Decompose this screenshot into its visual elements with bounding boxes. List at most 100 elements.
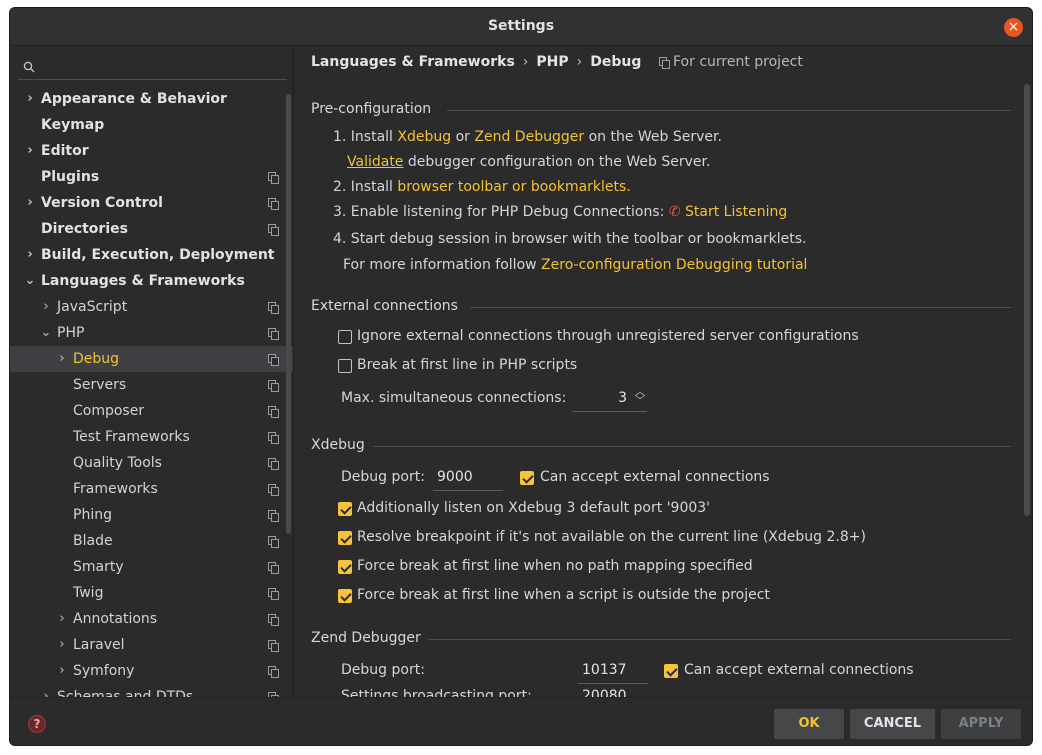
settings-dialog: Settings × › Appearance & Behavior Keyma… bbox=[9, 7, 1033, 746]
chevron-right-icon[interactable]: › bbox=[56, 658, 68, 684]
phone-listen-icon[interactable]: ✆ bbox=[669, 204, 681, 220]
ignore-external-checkbox[interactable] bbox=[338, 330, 352, 344]
search-input[interactable] bbox=[40, 54, 280, 78]
sidebar-item-smarty[interactable]: Smarty bbox=[10, 554, 293, 580]
chevron-down-icon[interactable]: ﹀ bbox=[635, 397, 645, 407]
sidebar-item-label: Blade bbox=[73, 533, 113, 549]
xdebug-accept-label: Can accept external connections bbox=[540, 469, 770, 485]
chevron-right-icon[interactable]: › bbox=[24, 138, 36, 164]
resolve-breakpoint-checkbox[interactable] bbox=[338, 531, 352, 545]
apply-button[interactable]: APPLY bbox=[941, 709, 1021, 739]
content-scrollbar[interactable] bbox=[1024, 84, 1030, 516]
sidebar-item-languages[interactable]: ⌄ Languages & Frameworks bbox=[10, 268, 293, 294]
sidebar-item-build[interactable]: › Build, Execution, Deployment bbox=[10, 242, 293, 268]
chevron-down-icon[interactable]: ⌄ bbox=[40, 320, 52, 346]
sidebar-item-servers[interactable]: Servers bbox=[10, 372, 293, 398]
sidebar-item-label: Symfony bbox=[73, 663, 135, 679]
chevron-right-icon[interactable]: › bbox=[40, 684, 52, 697]
xdebug-link[interactable]: Xdebug bbox=[397, 129, 451, 145]
sidebar-item-appearance[interactable]: › Appearance & Behavior bbox=[10, 86, 293, 112]
sidebar-item-phing[interactable]: Phing bbox=[10, 502, 293, 528]
project-scope-icon bbox=[268, 510, 279, 522]
project-scope-icon bbox=[268, 328, 279, 340]
chevron-right-icon[interactable]: › bbox=[56, 606, 68, 632]
tutorial-link[interactable]: Zero-configuration Debugging tutorial bbox=[541, 257, 807, 273]
sidebar-item-javascript[interactable]: › JavaScript bbox=[10, 294, 293, 320]
step-text: For more information follow bbox=[343, 257, 537, 273]
sidebar-item-label: Annotations bbox=[73, 611, 158, 627]
sidebar-item-test-frameworks[interactable]: Test Frameworks bbox=[10, 424, 293, 450]
cancel-button[interactable]: CANCEL bbox=[850, 709, 935, 739]
ok-button[interactable]: OK bbox=[774, 709, 844, 739]
sidebar-item-label: Languages & Frameworks bbox=[41, 273, 245, 289]
project-scope-icon bbox=[268, 224, 279, 236]
step-text: on the Web Server. bbox=[588, 129, 722, 145]
close-icon: × bbox=[1007, 19, 1020, 35]
sidebar-item-plugins[interactable]: Plugins bbox=[10, 164, 293, 190]
force-break-outside-checkbox[interactable] bbox=[338, 589, 352, 603]
sidebar-item-keymap[interactable]: Keymap bbox=[10, 112, 293, 138]
chevron-right-icon[interactable]: › bbox=[40, 294, 52, 320]
force-break-nopath-checkbox[interactable] bbox=[338, 560, 352, 574]
step-3: 3. Enable listening for PHP Debug Connec… bbox=[333, 204, 787, 220]
sidebar-item-label: Plugins bbox=[41, 169, 100, 185]
project-scope-icon bbox=[268, 432, 279, 444]
settings-content: Languages & Frameworks › PHP › Debug For cur… bbox=[295, 46, 1032, 697]
sidebar-item-label: Appearance & Behavior bbox=[41, 91, 227, 107]
close-button[interactable]: × bbox=[1004, 18, 1023, 37]
sidebar-item-composer[interactable]: Composer bbox=[10, 398, 293, 424]
sidebar-item-directories[interactable]: Directories bbox=[10, 216, 293, 242]
chevron-right-icon[interactable]: › bbox=[56, 346, 68, 372]
section-divider bbox=[428, 639, 1011, 640]
sidebar-item-debug[interactable]: › Debug bbox=[10, 346, 293, 372]
sidebar-item-label: Twig bbox=[73, 585, 104, 601]
chevron-right-icon[interactable]: › bbox=[24, 190, 36, 216]
sidebar-item-schemas[interactable]: › Schemas and DTDs bbox=[10, 684, 293, 697]
force-break-outside-label: Force break at first line when a script … bbox=[357, 587, 770, 603]
spinner-arrows[interactable]: ︿ ﹀ bbox=[635, 388, 645, 407]
listen-9003-checkbox[interactable] bbox=[338, 502, 352, 516]
sidebar-item-label: Smarty bbox=[73, 559, 124, 575]
sidebar-item-twig[interactable]: Twig bbox=[10, 580, 293, 606]
step-text: 3. Enable listening for PHP Debug Connec… bbox=[333, 204, 665, 220]
sidebar-item-quality-tools[interactable]: Quality Tools bbox=[10, 450, 293, 476]
start-listening-link[interactable]: Start Listening bbox=[685, 204, 787, 220]
sidebar-item-frameworks[interactable]: Frameworks bbox=[10, 476, 293, 502]
project-scope-icon bbox=[268, 562, 279, 574]
sidebar-item-label: Directories bbox=[41, 221, 128, 237]
section-title-zend: Zend Debugger bbox=[311, 630, 421, 646]
sidebar-item-laravel[interactable]: › Laravel bbox=[10, 632, 293, 658]
project-scope-icon bbox=[268, 458, 279, 470]
sidebar-item-php[interactable]: ⌄ PHP bbox=[10, 320, 293, 346]
validate-link[interactable]: Validate bbox=[347, 154, 403, 170]
chevron-right-icon[interactable]: › bbox=[24, 242, 36, 268]
breadcrumb-item[interactable]: Languages & Frameworks bbox=[311, 54, 515, 70]
xdebug-port-input[interactable]: 9000 bbox=[433, 465, 503, 491]
chevron-right-icon[interactable]: › bbox=[56, 632, 68, 658]
zend-accept-checkbox[interactable] bbox=[664, 664, 678, 678]
sidebar-item-annotations[interactable]: › Annotations bbox=[10, 606, 293, 632]
breadcrumb-item[interactable]: PHP bbox=[536, 54, 568, 70]
title-bar: Settings × bbox=[10, 8, 1032, 46]
sidebar-item-blade[interactable]: Blade bbox=[10, 528, 293, 554]
sidebar-item-editor[interactable]: › Editor bbox=[10, 138, 293, 164]
zend-port-input[interactable]: 10137 bbox=[578, 658, 648, 684]
zend-debugger-link[interactable]: Zend Debugger bbox=[474, 129, 584, 145]
help-icon[interactable]: ? bbox=[28, 715, 46, 733]
step-text: 1. Install bbox=[333, 129, 393, 145]
step-1: 1. Install Xdebug or Zend Debugger on th… bbox=[333, 129, 722, 145]
sidebar-item-version-control[interactable]: › Version Control bbox=[10, 190, 293, 216]
sidebar-item-symfony[interactable]: › Symfony bbox=[10, 658, 293, 684]
broadcast-port-input[interactable]: 20080 bbox=[578, 684, 648, 697]
breadcrumb-item: Debug bbox=[590, 54, 642, 70]
chevron-down-icon[interactable]: ⌄ bbox=[24, 268, 36, 294]
sidebar-scrollbar[interactable] bbox=[286, 94, 291, 534]
settings-tree: › Appearance & Behavior Keymap › Editor … bbox=[10, 86, 293, 697]
chevron-right-icon[interactable]: › bbox=[24, 86, 36, 112]
search-box[interactable] bbox=[18, 54, 287, 80]
step-4: 4. Start debug session in browser with t… bbox=[333, 231, 807, 247]
break-first-line-checkbox[interactable] bbox=[338, 359, 352, 373]
xdebug-accept-checkbox[interactable] bbox=[520, 471, 534, 485]
browser-toolbar-link[interactable]: browser toolbar or bookmarklets. bbox=[397, 179, 630, 195]
sidebar-item-label: Build, Execution, Deployment bbox=[41, 247, 275, 263]
